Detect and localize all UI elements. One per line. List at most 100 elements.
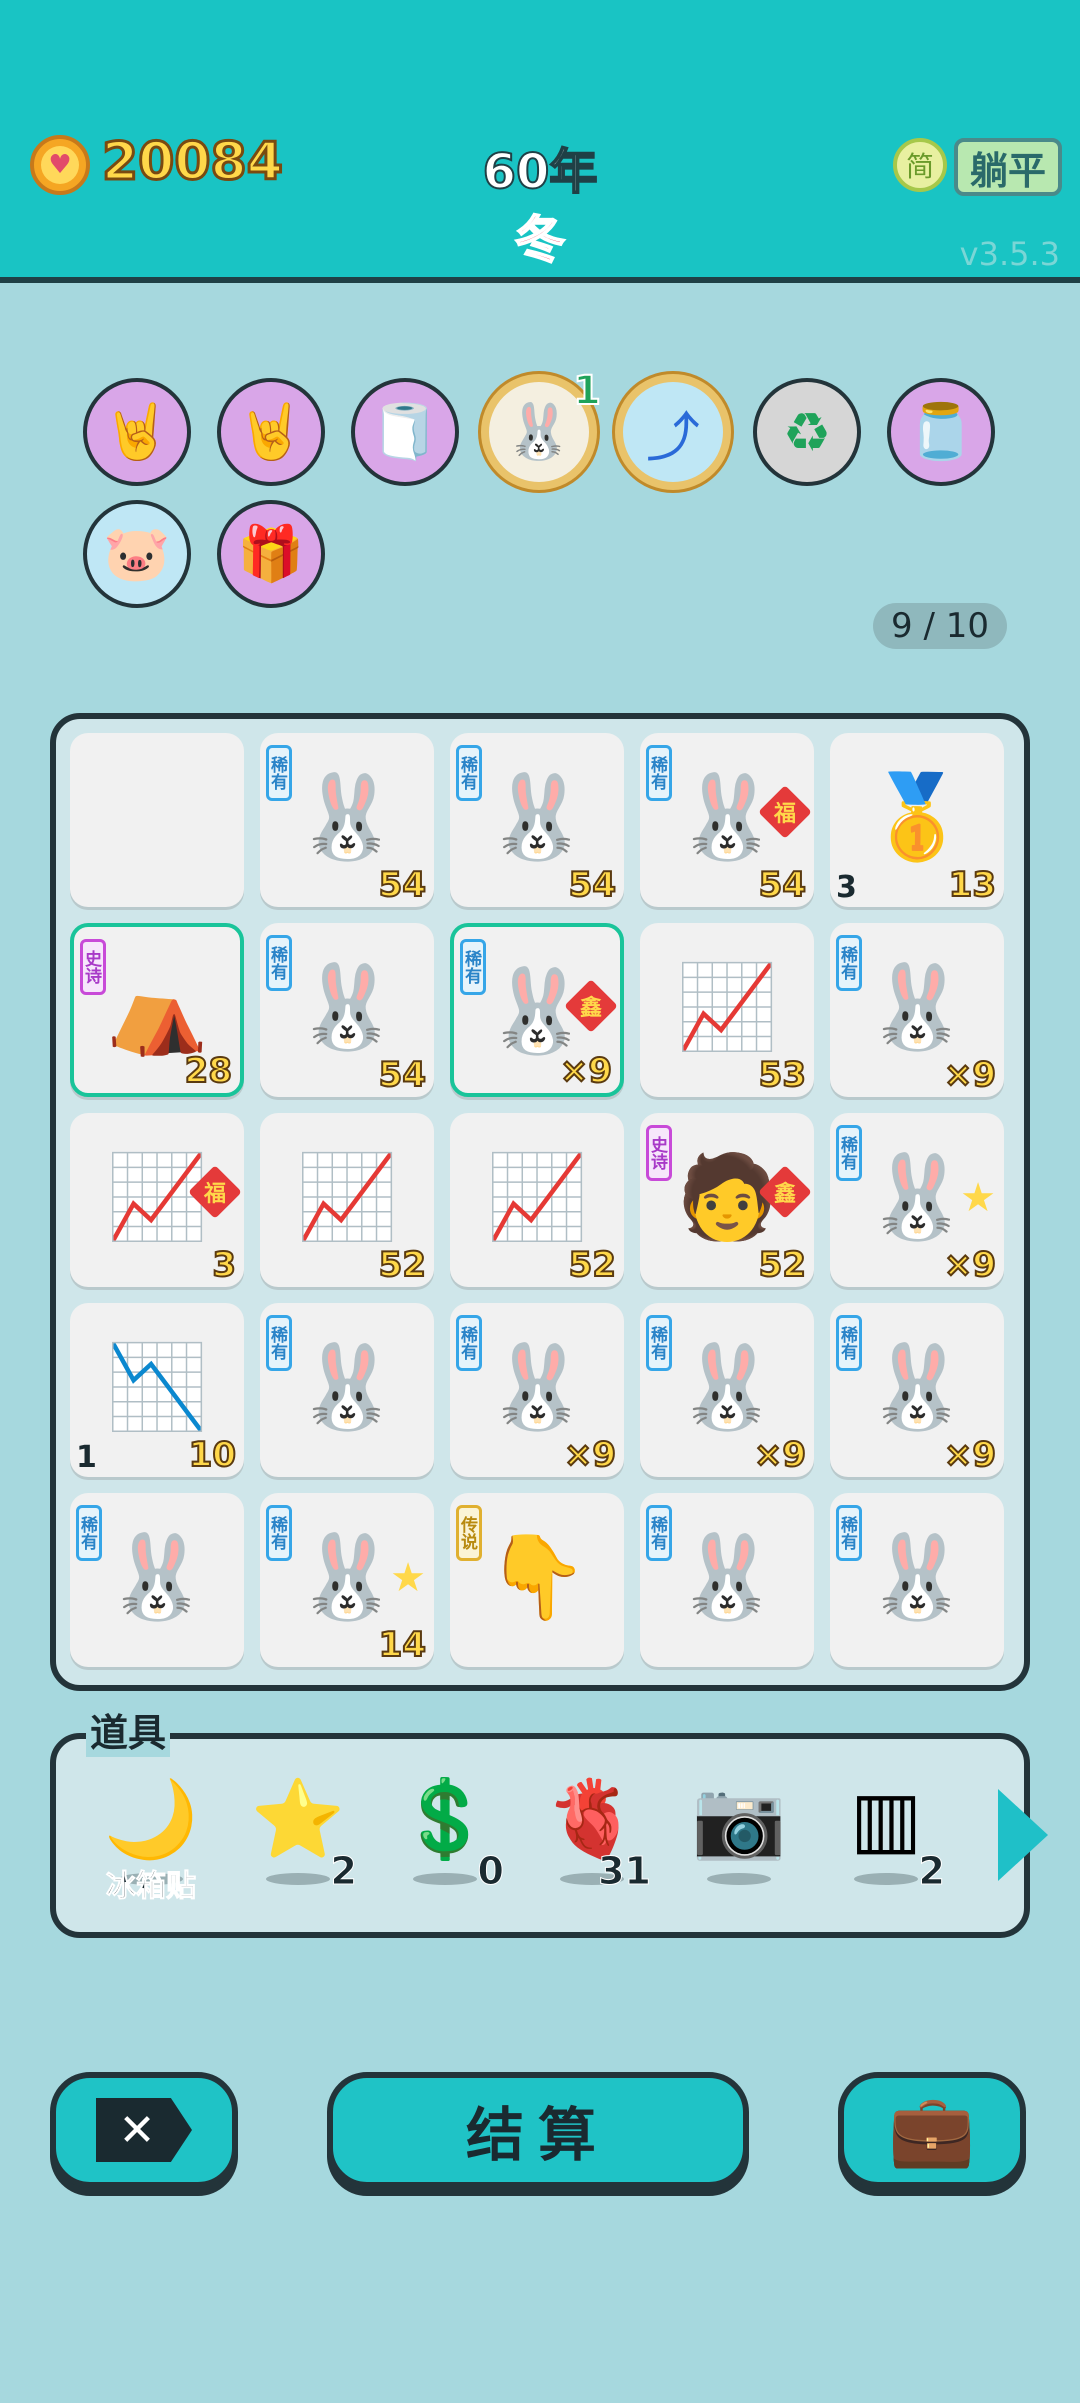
relic-piggy-bank[interactable]: 🐷 [83,500,191,608]
board-cell[interactable]: 稀有 🐰 54 [260,923,434,1097]
item-shadow [413,1873,477,1885]
board-cell[interactable]: 📉 10 1 [70,1303,244,1477]
season-label: 冬 [514,210,566,270]
item-count: 2 [918,1849,945,1894]
symbol-icon: 🐰 [865,1340,969,1435]
camera-item[interactable]: 📷 [684,1769,794,1899]
relic-upgrade[interactable]: ⤴ [615,374,731,490]
symbol-value: ×9 [563,1434,617,1476]
bag-button[interactable]: 💼 [838,2072,1026,2188]
relic-rock-hand-1[interactable]: 🤘 [83,378,191,486]
board-cell[interactable]: 稀有 🐰 ×9 [830,1303,1004,1477]
symbol-value: ×9 [943,1244,997,1286]
symbol-icon: 🐰 [295,770,399,865]
symbol-value: 3 [211,1244,237,1286]
board-cell[interactable]: 📈 福 3 [70,1113,244,1287]
item-shadow [854,1873,918,1885]
coin-icon: ♥ [30,135,90,195]
briefcase-icon: 💼 [888,2088,976,2171]
symbol-value: 54 [378,864,427,906]
tissue-box-icon: 🧻 [371,400,439,463]
delete-icon: ✕ [96,2098,192,2162]
coin-count: 20084 [101,131,285,194]
symbol-icon: 👇 [485,1530,589,1625]
symbol-value: 52 [378,1244,427,1286]
relic-rock-hand-2[interactable]: 🤘 [217,378,325,486]
settle-label: 结算 [465,2101,610,2169]
relic-gift-box[interactable]: 🎁 [217,500,325,608]
symbol-icon: 📈 [485,1150,589,1245]
slot-counter: 9 / 10 [873,603,1007,649]
board-cell[interactable]: 史诗 ⛺ 28 [70,923,244,1097]
board-cell[interactable]: 稀有 🐰 54 [260,733,434,907]
board-cell[interactable]: 稀有 🐰 [830,1493,1004,1667]
symbol-value: ×9 [559,1050,613,1092]
delete-button[interactable]: ✕ [50,2072,238,2188]
symbol-icon: 📉 [105,1340,209,1435]
star-item[interactable]: ⭐ 2 [243,1769,358,1899]
symbol-icon: 🐰 [675,1530,779,1625]
gift-box-icon: 🎁 [237,522,305,585]
symbol-value: 10 [188,1434,237,1476]
symbol-value: 28 [184,1050,233,1092]
symbol-icon: 🐰 [865,960,969,1055]
board-cell[interactable]: 稀有 🐰 ★ ×9 [830,1113,1004,1287]
symbol-value: ×9 [943,1434,997,1476]
board-cell[interactable]: 稀有 🐰 54 [450,733,624,907]
symbol-value: 13 [948,864,997,906]
piggy-bank-icon: 🐷 [103,522,171,585]
settle-button[interactable]: 结算 [327,2072,749,2188]
symbol-icon: 🐰 [485,770,589,865]
symbol-value: 54 [378,1054,427,1096]
symbol-icon: 🐰 [295,960,399,1055]
items-next-arrow-icon[interactable] [998,1789,1048,1881]
jar-icon: 🫙 [907,400,975,463]
symbol-icon: 🐰 [105,1530,209,1625]
relic-refresh[interactable]: ♻ [753,378,861,486]
fridge-magnet-item[interactable]: 🌙 冰箱贴 [96,1769,206,1905]
symbol-icon: 🐰 [675,1340,779,1435]
board-cell[interactable]: 稀有 🐰 福 54 [640,733,814,907]
symbol-board: 稀有 🐰 54 稀有 🐰 54 稀有 🐰 福 54 🥇 13 3 史诗 ⛺ 28 稀有 🐰 54 稀有 🐰 鑫 ×9 📈 53 稀… [50,713,1030,1691]
liver-item[interactable]: 🫀 31 [537,1769,652,1899]
board-cell[interactable]: 稀有 🐰 ★ 14 [260,1493,434,1667]
symbol-value: 52 [758,1244,807,1286]
bonus-badge-label: 福 [203,1181,227,1207]
relic-rabbit[interactable]: 🐰 1 [481,367,602,490]
board-cell[interactable]: 稀有 🐰 [70,1493,244,1667]
empty-cell[interactable] [70,733,244,907]
slot-frame-item[interactable]: ▥ 2 [831,1769,945,1899]
board-cell[interactable]: 稀有 🐰 ×9 [640,1303,814,1477]
rock-hand-icon: 🤘 [103,400,171,463]
board-cell[interactable]: 史诗 🧑 鑫 52 [640,1113,814,1287]
symbol-value: 54 [758,864,807,906]
board-cell[interactable]: 稀有 🐰 鑫 ×9 [450,923,624,1097]
symbol-icon: 🐰 [295,1340,399,1435]
board-cell[interactable]: 稀有 🐰 ×9 [830,923,1004,1097]
board-cell[interactable]: 稀有 🐰 ×9 [450,1303,624,1477]
items-panel: ▥ 2 📷 🫀 31 💲 0 ⭐ 2 🌙 冰箱贴 [50,1733,1048,1938]
bonus-badge-label: 福 [773,801,797,827]
coin-item[interactable]: 💲 0 [390,1769,505,1899]
symbol-value: 52 [568,1244,617,1286]
rock-hand-icon: 🤘 [237,400,305,463]
item-count: 0 [477,1849,504,1894]
board-cell[interactable]: 🥇 13 3 [830,733,1004,907]
symbol-value: 14 [378,1624,427,1666]
board-cell[interactable]: 📈 53 [640,923,814,1097]
simplified-toggle-button[interactable]: 简 [893,138,947,192]
fridge-magnet-item-icon: 🌙 [103,1774,199,1863]
board-cell[interactable]: 📈 52 [450,1113,624,1287]
upgrade-arrow-icon: ⤴ [646,405,700,469]
relic-tissue-box[interactable]: 🧻 [351,378,459,486]
board-cell[interactable]: 稀有 🐰 [260,1303,434,1477]
board-cell[interactable]: 📈 52 [260,1113,434,1287]
symbol-value: 54 [568,864,617,906]
board-cell[interactable]: 稀有 🐰 [640,1493,814,1667]
symbol-value: ×9 [943,1054,997,1096]
relic-jar[interactable]: 🫙 [887,378,995,486]
symbol-counter: 3 [836,870,857,905]
year-label: 60年 [482,143,599,201]
board-cell[interactable]: 传说 👇 [450,1493,624,1667]
lie-flat-button[interactable]: 躺平 [954,138,1062,196]
